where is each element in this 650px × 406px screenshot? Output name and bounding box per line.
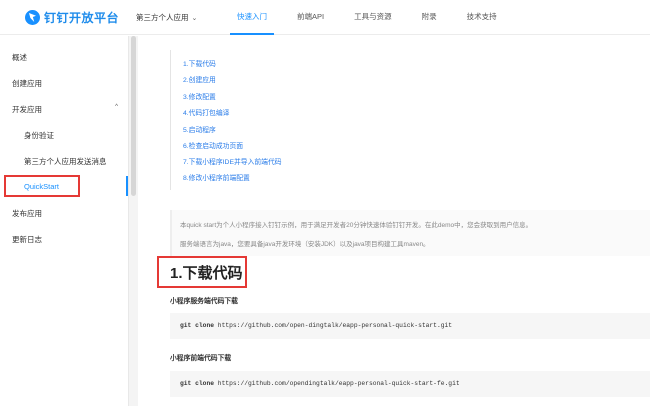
table-of-contents: 1.下载代码 2.创建应用 3.修改配置 4.代码打包编译 5.启动程序 6.检… [170,50,410,190]
sidebar-item-label: 概述 [12,53,27,62]
sidebar-item-label: 创建应用 [12,79,42,88]
toc-link-download-code[interactable]: 1.下载代码 [183,58,216,68]
sidebar-item-label: 第三方个人应用发送消息 [24,157,107,166]
top-header: 钉钉开放平台 第三方个人应用 ⌄ 快速入门 前端API 工具与资源 附录 技术支… [0,0,650,35]
intro-note: 本quick start为个人小程序接入钉钉示例，用于满足开发者20分钟快速体验… [170,210,650,256]
intro-text-line-2: 服务端语言为java，您要具备java开发环境（安装JDK）以及java项目构建… [180,241,430,248]
toc-link-start-program[interactable]: 5.启动程序 [183,124,216,134]
toc-link-frontend-config[interactable]: 8.修改小程序前端配置 [183,172,250,182]
toc-link-check-success[interactable]: 6.检查启动成功页面 [183,140,243,150]
nav-frontend-api[interactable]: 前端API [282,0,339,35]
top-nav: 快速入门 前端API 工具与资源 附录 技术支持 [222,0,512,35]
toc-link-create-app[interactable]: 2.创建应用 [183,74,216,84]
dingtalk-logo-icon [25,10,40,25]
server-code-heading: 小程序服务端代码下载 [170,298,238,305]
git-clone-keyword: git clone [180,322,215,329]
nav-tools-resources[interactable]: 工具与资源 [339,0,407,35]
app-type-select[interactable]: 第三方个人应用 ⌄ [136,12,197,23]
toc-link-modify-config[interactable]: 3.修改配置 [183,91,216,101]
server-clone-command: git clone https://github.com/open-dingta… [180,322,452,329]
sidebar-scrollbar-thumb[interactable] [131,36,136,196]
sidebar-item-label: 更新日志 [12,235,42,244]
frontend-clone-command: git clone https://github.com/opendingtal… [180,380,460,387]
nav-quickstart[interactable]: 快速入门 [222,0,282,35]
sidebar-item-label: 发布应用 [12,209,42,218]
chevron-up-icon[interactable]: ^ [115,104,118,110]
sidebar-item-label: 身份验证 [24,131,54,140]
title-highlight-box [157,256,247,288]
server-code-block[interactable]: git clone https://github.com/open-dingta… [170,313,650,339]
frontend-repo-url: https://github.com/opendingtalk/eapp-per… [217,380,460,387]
nav-tech-support[interactable]: 技术支持 [452,0,512,35]
toc-link-download-ide[interactable]: 7.下载小程序IDE并导入前端代码 [183,156,282,166]
frontend-code-heading: 小程序前端代码下载 [170,355,232,362]
toc-link-build[interactable]: 4.代码打包编译 [183,107,229,117]
intro-text-line-1: 本quick start为个人小程序接入钉钉示例，用于满足开发者20分钟快速体验… [180,222,533,229]
logo-text: 钉钉开放平台 [44,11,120,25]
git-clone-keyword: git clone [180,380,215,387]
quickstart-highlight-box [4,175,80,197]
server-repo-url: https://github.com/open-dingtalk/eapp-pe… [217,322,453,329]
logo[interactable]: 钉钉开放平台 [25,9,119,26]
app-type-label: 第三方个人应用 [136,13,189,22]
sidebar: 概述 创建应用 开发应用 ^ 身份验证 第三方个人应用发送消息 QuickSta… [0,36,128,406]
sidebar-item-label: 开发应用 [12,105,42,114]
nav-appendix[interactable]: 附录 [407,0,452,35]
chevron-down-icon: ⌄ [191,14,198,22]
frontend-code-block[interactable]: git clone https://github.com/opendingtal… [170,371,650,397]
